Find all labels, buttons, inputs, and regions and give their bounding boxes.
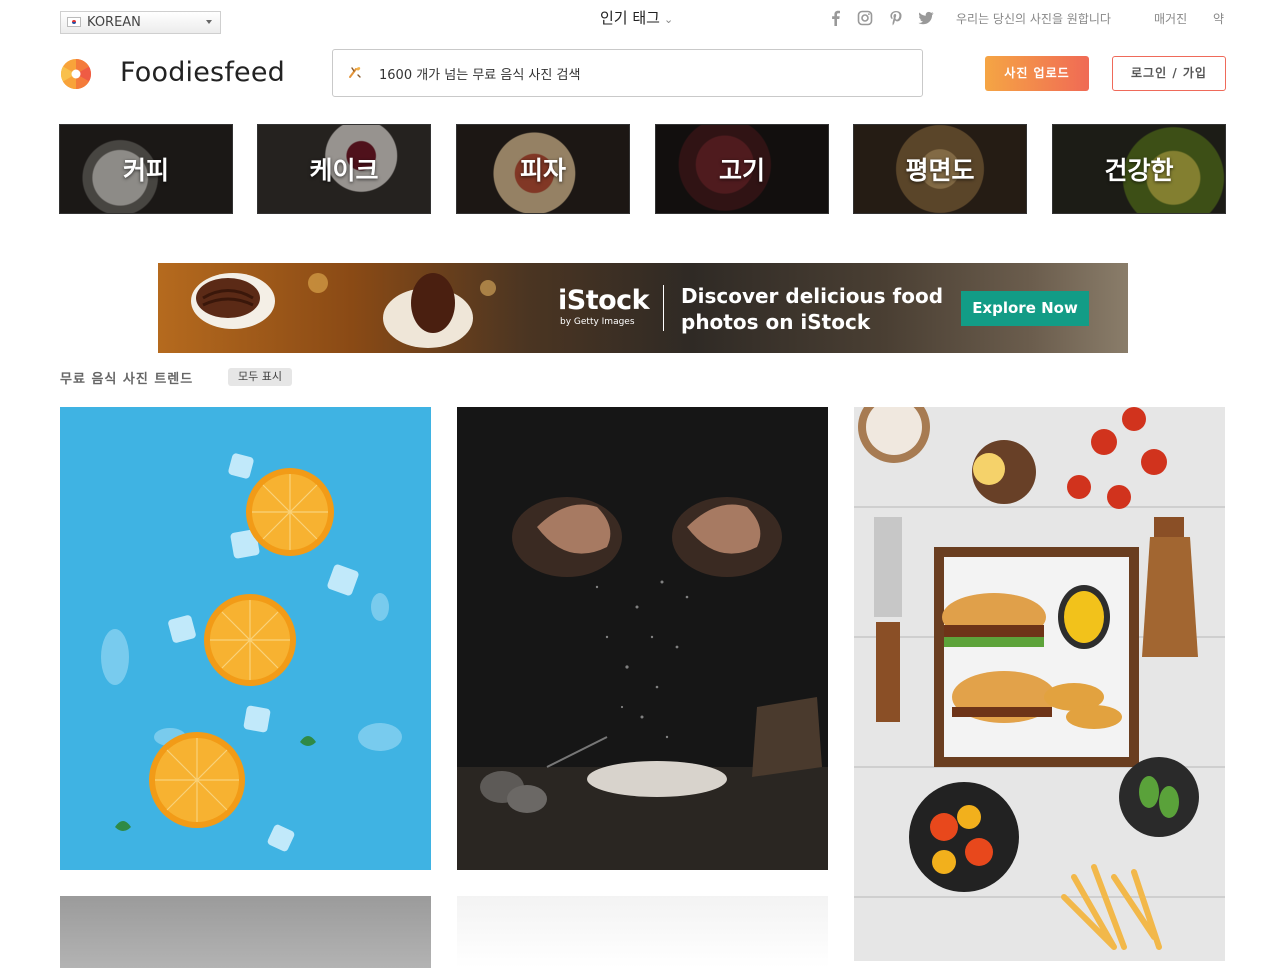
photo-light-surface[interactable] (457, 896, 828, 968)
category-label: 평면도 (905, 156, 975, 185)
category-meat[interactable]: 고기 (655, 124, 829, 214)
banner-divider (663, 285, 664, 331)
want-your-photos-link[interactable]: 우리는 당신의 사진을 원합니다 (956, 10, 1111, 27)
search-input[interactable] (377, 63, 901, 87)
category-label: 커피 (122, 156, 169, 185)
upload-photo-button[interactable]: 사진 업로드 (985, 56, 1089, 91)
twitter-icon[interactable] (918, 10, 934, 26)
search-box[interactable] (332, 49, 923, 97)
istock-logo-subtitle: by Getty Images (560, 317, 635, 327)
banner-headline: Discover delicious food photos on iStock (681, 284, 944, 334)
category-flatlay[interactable]: 평면도 (853, 124, 1027, 214)
category-cake[interactable]: 케이크 (257, 124, 431, 214)
pecan-pie-image (191, 273, 496, 348)
photo-concrete-surface[interactable] (60, 896, 431, 968)
category-label: 피자 (519, 156, 566, 185)
category-coffee[interactable]: 커피 (59, 124, 233, 214)
chevron-down-icon (206, 20, 212, 24)
language-select[interactable]: KOREAN (60, 11, 221, 34)
korea-flag-icon (67, 17, 81, 27)
instagram-icon[interactable] (857, 10, 873, 26)
login-signup-button[interactable]: 로그인 / 가입 (1112, 56, 1226, 91)
category-healthy[interactable]: 건강한 (1052, 124, 1226, 214)
brand-name[interactable]: Foodiesfeed (120, 57, 285, 88)
popular-tags-label: 인기 태그 (600, 9, 660, 27)
language-select-value: KOREAN (87, 15, 141, 30)
magazine-link[interactable]: 매거진 (1154, 10, 1187, 27)
category-label: 케이크 (309, 156, 379, 185)
show-all-button[interactable]: 모두 표시 (228, 368, 292, 386)
category-pizza[interactable]: 피자 (456, 124, 630, 214)
istock-ad-banner[interactable]: iStock by Getty Images Discover deliciou… (158, 263, 1128, 353)
about-link[interactable]: 약 (1213, 10, 1224, 27)
chevron-down-icon: ⌄ (663, 13, 674, 26)
facebook-icon[interactable] (828, 10, 844, 26)
photo-oranges-on-blue[interactable] (60, 407, 431, 870)
trending-title: 무료 음식 사진 트렌드 (60, 372, 194, 387)
istock-logo: iStock (558, 285, 650, 316)
foodiesfeed-logo-icon[interactable] (60, 58, 92, 90)
category-label: 건강한 (1104, 156, 1174, 185)
food-search-icon (349, 67, 361, 78)
explore-now-button[interactable]: Explore Now (961, 291, 1089, 326)
pinterest-icon[interactable] (888, 10, 904, 26)
photo-burgers-flatlay[interactable] (854, 407, 1225, 961)
photo-hands-flour-dark[interactable] (457, 407, 828, 870)
category-label: 고기 (718, 156, 765, 185)
popular-tags-menu[interactable]: 인기 태그 ⌄ (600, 7, 673, 28)
